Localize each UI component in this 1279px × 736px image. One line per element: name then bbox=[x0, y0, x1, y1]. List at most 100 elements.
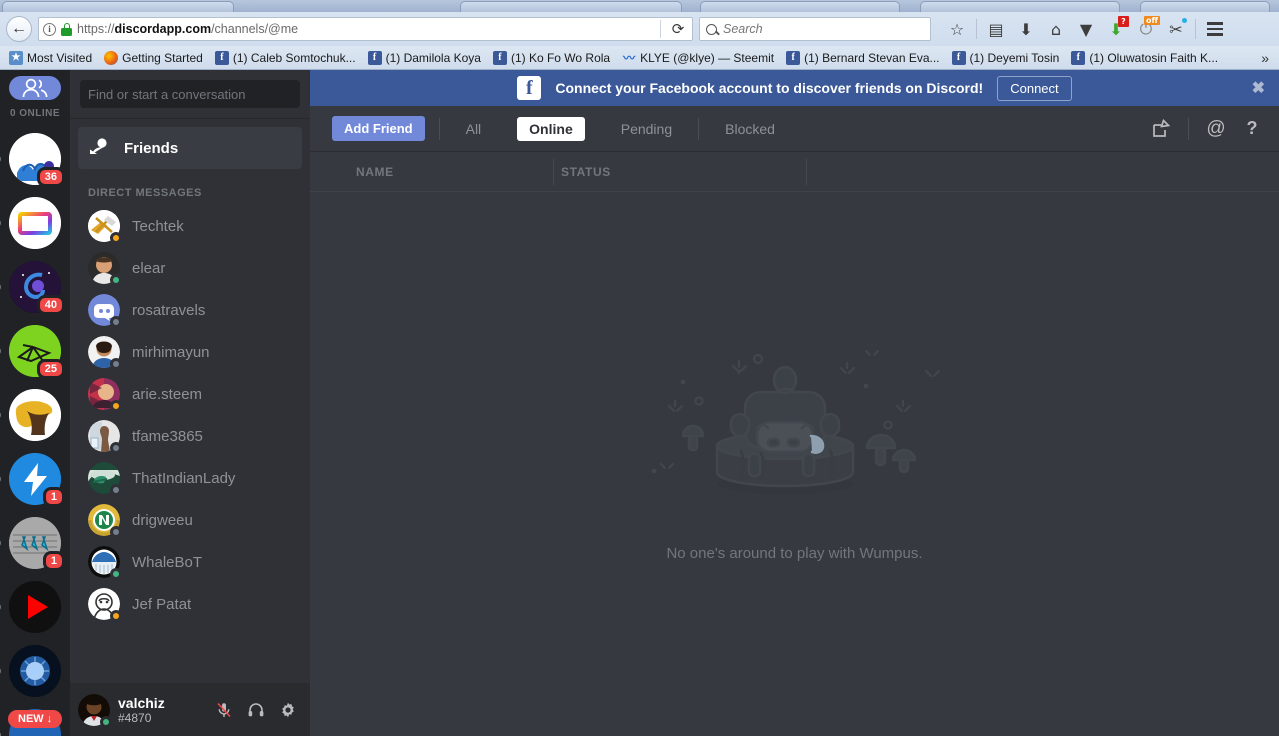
search-placeholder: Find or start a conversation bbox=[88, 86, 246, 102]
browser-tab[interactable] bbox=[1140, 1, 1270, 12]
list-item[interactable]: mirhimayun bbox=[70, 331, 310, 373]
bookmarks-overflow-chevron-icon[interactable]: » bbox=[1261, 50, 1275, 66]
pocket-icon[interactable]: ▼ bbox=[1072, 15, 1100, 43]
bookmark-label: (1) Oluwatosin Faith K... bbox=[1089, 50, 1219, 65]
deafen-button[interactable] bbox=[242, 696, 270, 724]
server-icon-5[interactable] bbox=[0, 389, 61, 441]
list-item[interactable]: rosatravels bbox=[70, 289, 310, 331]
status-indicator bbox=[110, 232, 122, 244]
browser-tab[interactable] bbox=[700, 1, 900, 12]
dm-name: ThatIndianLady bbox=[132, 469, 236, 487]
divider bbox=[553, 159, 554, 185]
server-icon-3[interactable]: 40 bbox=[0, 261, 65, 315]
most-visited-icon: ★ bbox=[9, 50, 23, 65]
dm-sidebar: Find or start a conversation Friends DIR… bbox=[70, 70, 310, 736]
search-container: Find or start a conversation bbox=[70, 70, 310, 118]
status-indicator bbox=[110, 610, 122, 622]
dm-name: arie.steem bbox=[132, 385, 203, 403]
bookmark-facebook-4[interactable]: f (1) Bernard Stevan Eva... bbox=[781, 50, 944, 66]
list-item[interactable]: Techtek bbox=[70, 205, 310, 247]
status-indicator bbox=[110, 316, 122, 328]
bookmark-most-visited[interactable]: ★ Most Visited bbox=[4, 50, 97, 66]
menu-icon[interactable] bbox=[1201, 15, 1229, 43]
browser-tab[interactable] bbox=[920, 1, 1120, 12]
bookmark-star-icon[interactable]: ☆ bbox=[943, 15, 971, 43]
server-icon-6[interactable]: 1 bbox=[0, 453, 65, 507]
server-avatar bbox=[9, 645, 61, 697]
browser-tab[interactable] bbox=[460, 1, 682, 12]
tab-blocked[interactable]: Blocked bbox=[713, 117, 787, 141]
status-indicator bbox=[110, 484, 122, 496]
bookmark-facebook-6[interactable]: f (1) Oluwatosin Faith K... bbox=[1066, 50, 1223, 66]
server-icon-1[interactable]: 36 bbox=[0, 133, 65, 187]
facebook-icon: f bbox=[786, 50, 801, 65]
search-bar[interactable]: Search bbox=[699, 17, 931, 41]
list-item[interactable]: arie.steem bbox=[70, 373, 310, 415]
new-dm-icon[interactable] bbox=[1148, 116, 1174, 142]
facebook-icon: f bbox=[367, 50, 382, 65]
sidebar-item-friends[interactable]: Friends bbox=[78, 127, 302, 169]
list-item[interactable]: drigweeu bbox=[70, 499, 310, 541]
avatar bbox=[88, 252, 122, 286]
user-settings-button[interactable] bbox=[274, 696, 302, 724]
username: valchiz bbox=[118, 694, 165, 711]
back-button[interactable]: ← bbox=[6, 16, 32, 42]
list-item[interactable]: WhaleBoT bbox=[70, 541, 310, 583]
user-controls bbox=[210, 696, 302, 724]
status-indicator bbox=[110, 358, 122, 370]
list-item[interactable]: Jef Patat bbox=[70, 583, 310, 625]
bookmark-steemit[interactable]: 〰 KLYE (@klye) — Steemit bbox=[617, 50, 779, 66]
avatar[interactable] bbox=[78, 693, 112, 728]
search-input[interactable]: Find or start a conversation bbox=[80, 80, 300, 108]
server-icon-7[interactable]: 1 bbox=[0, 517, 65, 571]
notification-badge: ? bbox=[1118, 16, 1129, 27]
server-icon-2[interactable] bbox=[0, 197, 61, 249]
mute-microphone-button[interactable] bbox=[210, 696, 238, 724]
search-placeholder: Search bbox=[723, 22, 763, 36]
server-icon-8[interactable] bbox=[0, 581, 61, 633]
avatar bbox=[88, 336, 122, 370]
close-icon[interactable]: ✖ bbox=[1252, 78, 1265, 98]
dm-name: rosatravels bbox=[132, 301, 206, 319]
bookmark-facebook-2[interactable]: f (1) Damilola Koya bbox=[363, 50, 486, 66]
unread-badge: 40 bbox=[36, 295, 65, 315]
divider bbox=[1188, 117, 1189, 140]
reader-list-icon[interactable]: ▤ bbox=[982, 15, 1010, 43]
new-servers-pill[interactable]: NEW ↓ bbox=[8, 710, 63, 728]
browser-tab[interactable] bbox=[2, 1, 234, 12]
connect-button[interactable]: Connect bbox=[997, 75, 1072, 101]
downloads-icon[interactable]: ⬇ bbox=[1012, 15, 1040, 43]
status-indicator bbox=[100, 715, 112, 728]
bookmark-facebook-1[interactable]: f (1) Caleb Somtochuk... bbox=[210, 50, 361, 66]
facebook-icon: f bbox=[1071, 50, 1086, 65]
friends-people-icon bbox=[22, 78, 48, 98]
bookmark-facebook-5[interactable]: f (1) Deyemi Tosin bbox=[947, 50, 1065, 66]
tab-all[interactable]: All bbox=[454, 117, 494, 141]
mentions-icon[interactable]: @ bbox=[1203, 116, 1229, 142]
home-button[interactable] bbox=[9, 76, 61, 100]
tab-online[interactable]: Online bbox=[517, 116, 585, 141]
list-item[interactable]: tfame3865 bbox=[70, 415, 310, 457]
divider bbox=[806, 159, 807, 185]
browser-tab-strip[interactable] bbox=[0, 0, 1279, 12]
help-icon[interactable]: ? bbox=[1239, 116, 1265, 142]
friends-toolbar: Add Friend All Online Pending Blocked @ … bbox=[310, 106, 1279, 152]
list-item[interactable]: ThatIndianLady bbox=[70, 457, 310, 499]
list-item[interactable]: elear bbox=[70, 247, 310, 289]
server-icon-9[interactable] bbox=[0, 645, 61, 697]
screenshot-tool-icon[interactable]: ✂ bbox=[1162, 15, 1190, 43]
home-icon[interactable]: ⌂ bbox=[1042, 15, 1070, 43]
address-bar[interactable]: i https://discordapp.com/channels/@me ⟳ bbox=[38, 17, 693, 41]
adblock-off-icon[interactable]: ⏻ off bbox=[1132, 15, 1160, 43]
downthemall-icon[interactable]: ⬇ ? bbox=[1102, 15, 1130, 43]
adblock-state-badge: off bbox=[1144, 16, 1160, 25]
divider bbox=[976, 19, 977, 39]
tab-pending[interactable]: Pending bbox=[609, 117, 684, 141]
site-info-icon[interactable]: i bbox=[43, 22, 56, 36]
reload-button[interactable]: ⟳ bbox=[668, 20, 688, 38]
headphones-icon bbox=[248, 702, 264, 716]
server-icon-4[interactable]: 25 bbox=[0, 325, 65, 379]
add-friend-button[interactable]: Add Friend bbox=[332, 116, 425, 141]
bookmark-getting-started[interactable]: Getting Started bbox=[99, 50, 208, 66]
bookmark-facebook-3[interactable]: f (1) Ko Fo Wo Rola bbox=[488, 50, 615, 66]
